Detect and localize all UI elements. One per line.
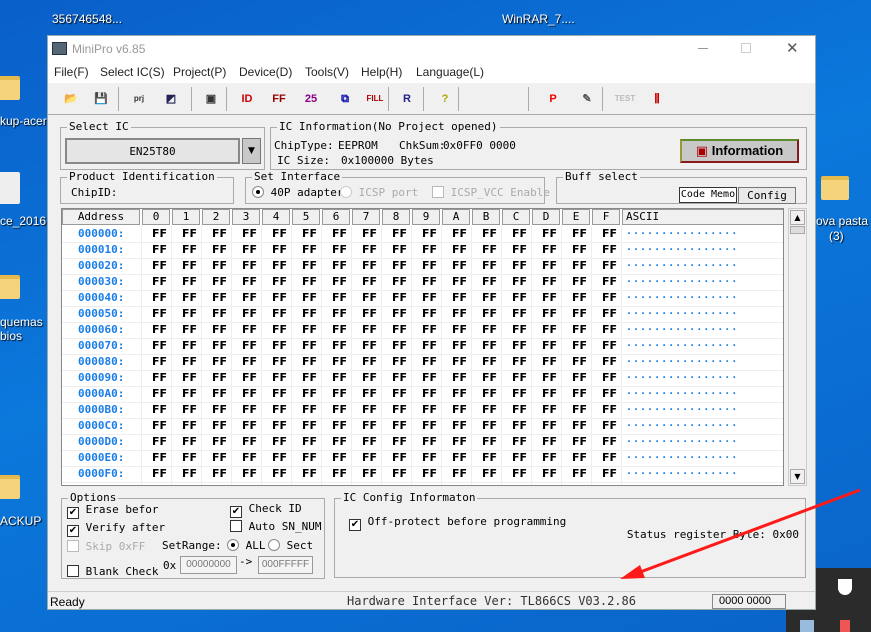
annotation-arrow — [620, 488, 861, 579]
